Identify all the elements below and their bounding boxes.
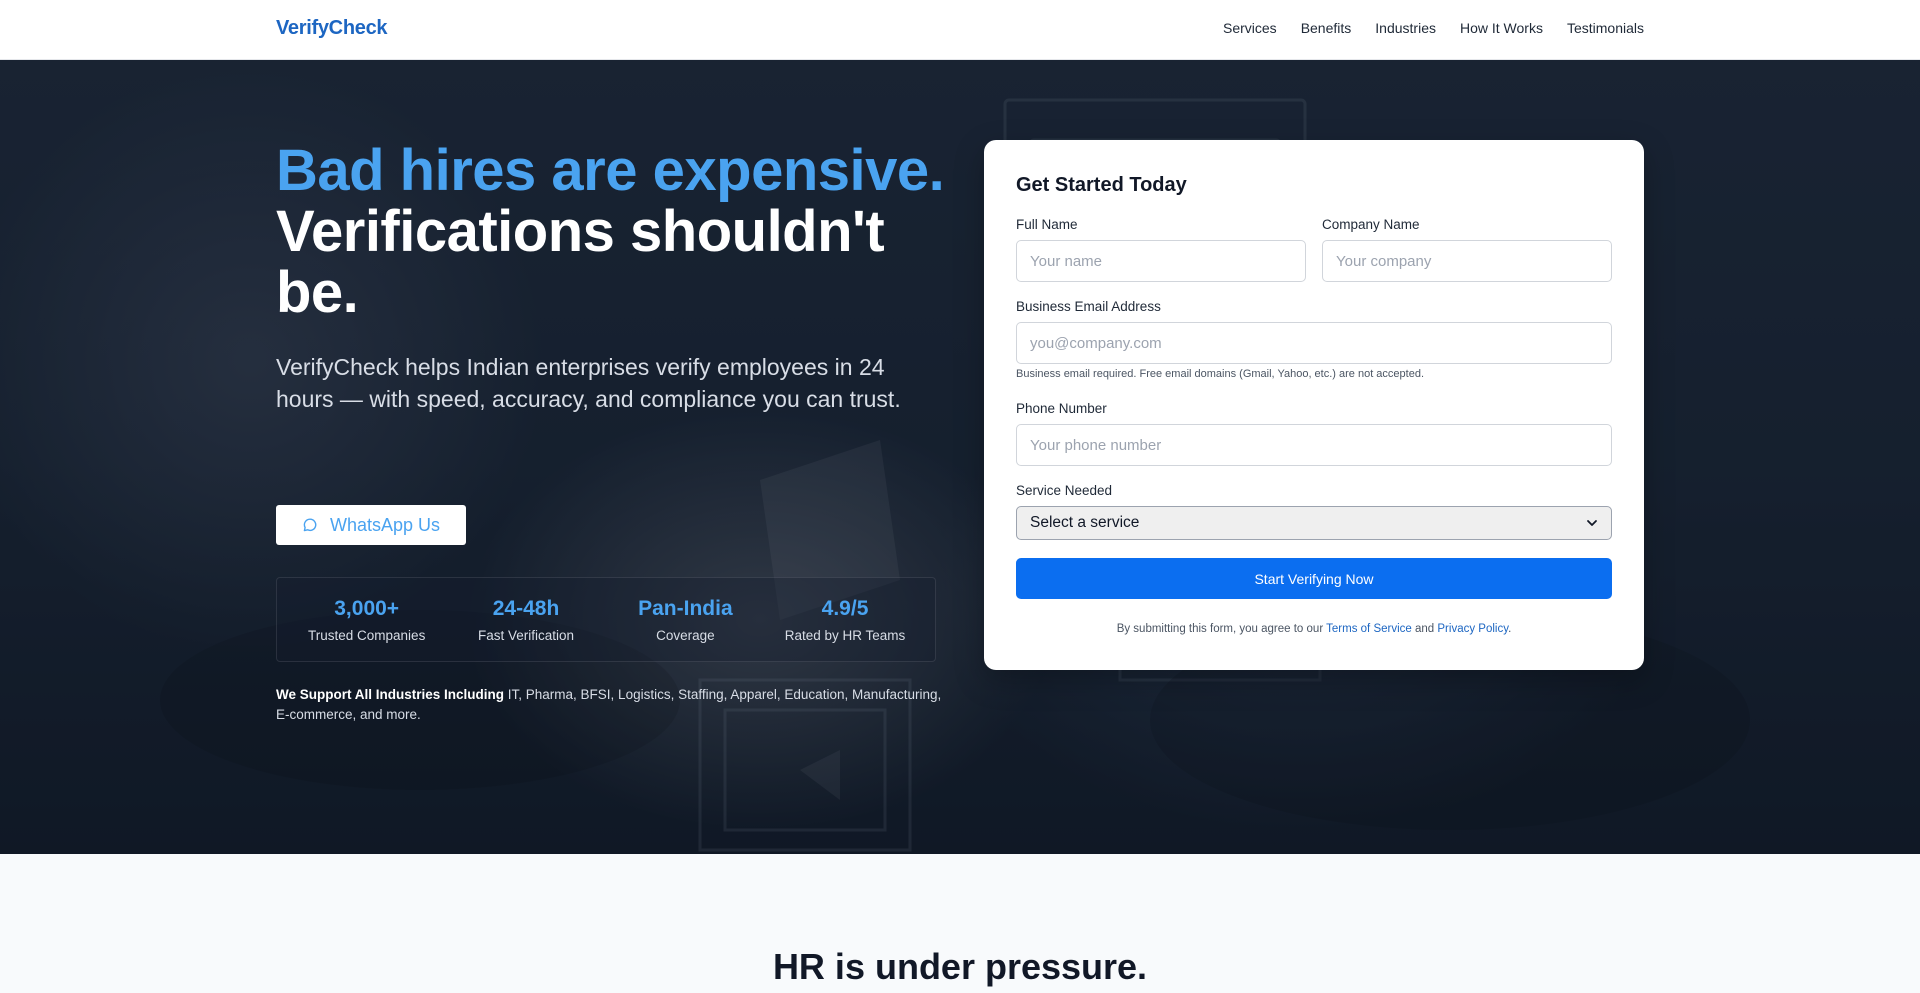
stat-value: 24-48h xyxy=(492,596,560,620)
stat-item: 24-48h Fast Verification xyxy=(466,597,586,643)
service-select-value: Select a service xyxy=(1030,514,1140,531)
terms-prefix: By submitting this form, you agree to ou… xyxy=(1116,623,1324,635)
hero-content: Bad hires are expensive. Verifications s… xyxy=(276,140,956,722)
hero-section: Bad hires are expensive. Verifications s… xyxy=(0,60,1920,854)
privacy-policy-link[interactable]: Privacy Policy xyxy=(1437,623,1508,635)
industries-lead: We Support All Industries Including xyxy=(276,687,505,702)
hero-subheadline: VerifyCheck helps Indian enterprises ver… xyxy=(276,354,901,412)
whatsapp-button[interactable]: WhatsApp Us xyxy=(276,505,466,545)
stat-label: Trusted Companies xyxy=(308,627,426,643)
industries-text: We Support All Industries Including IT, … xyxy=(276,685,956,725)
stat-label: Fast Verification xyxy=(478,627,575,643)
stat-label: Rated by HR Teams xyxy=(784,627,906,643)
form-title: Get Started Today xyxy=(1016,174,1187,196)
full-name-label: Full Name xyxy=(1016,217,1078,232)
stat-item: 4.9/5 Rated by HR Teams xyxy=(785,597,906,643)
nav-link-testimonials[interactable]: Testimonials xyxy=(1567,20,1644,36)
terms-of-service-link[interactable]: Terms of Service xyxy=(1326,623,1412,635)
stat-value: 3,000+ xyxy=(334,596,400,620)
company-name-input[interactable] xyxy=(1322,240,1612,282)
whatsapp-button-label: WhatsApp Us xyxy=(329,514,441,535)
stat-item: 3,000+ Trusted Companies xyxy=(307,597,427,643)
chevron-down-icon xyxy=(1587,520,1597,526)
nav-link-how-it-works[interactable]: How It Works xyxy=(1460,20,1543,36)
terms-and: and xyxy=(1415,623,1435,635)
section-title: HR is under pressure. xyxy=(772,946,1148,987)
hero-headline: Bad hires are expensive. Verifications s… xyxy=(276,140,956,323)
email-label: Business Email Address xyxy=(1016,299,1161,314)
company-name-label: Company Name xyxy=(1322,217,1420,232)
nav-link-industries[interactable]: Industries xyxy=(1375,20,1436,36)
signup-form-card: Get Started Today Full Name Company Name… xyxy=(984,140,1644,670)
chat-bubble-icon xyxy=(303,518,317,532)
start-verifying-button[interactable]: Start Verifying Now xyxy=(1016,558,1612,599)
logo[interactable]: VerifyCheck xyxy=(276,17,388,40)
stat-value: 4.9/5 xyxy=(821,596,869,620)
headline-white: Verifications shouldn't be. xyxy=(276,199,885,325)
site-header: VerifyCheck Services Benefits Industries… xyxy=(0,0,1920,60)
stat-label: Coverage xyxy=(656,627,715,643)
phone-label: Phone Number xyxy=(1016,401,1107,416)
stat-item: Pan-India Coverage xyxy=(625,597,745,643)
headline-blue: Bad hires are expensive. xyxy=(276,138,945,203)
nav-link-services[interactable]: Services xyxy=(1223,20,1277,36)
service-label: Service Needed xyxy=(1016,483,1113,498)
nav-link-benefits[interactable]: Benefits xyxy=(1301,20,1352,36)
terms-suffix: . xyxy=(1508,623,1512,635)
stats-bar: 3,000+ Trusted Companies 24-48h Fast Ver… xyxy=(276,577,936,662)
terms-text: By submitting this form, you agree to ou… xyxy=(984,623,1644,635)
service-select[interactable]: Select a service xyxy=(1016,506,1612,540)
phone-input[interactable] xyxy=(1016,424,1612,466)
email-input[interactable] xyxy=(1016,322,1612,364)
email-hint: Business email required. Free email doma… xyxy=(1016,368,1425,380)
pressure-section: HR is under pressure. xyxy=(0,854,1920,993)
main-nav: Services Benefits Industries How It Work… xyxy=(1223,20,1644,36)
full-name-input[interactable] xyxy=(1016,240,1306,282)
stat-value: Pan-India xyxy=(638,596,733,620)
